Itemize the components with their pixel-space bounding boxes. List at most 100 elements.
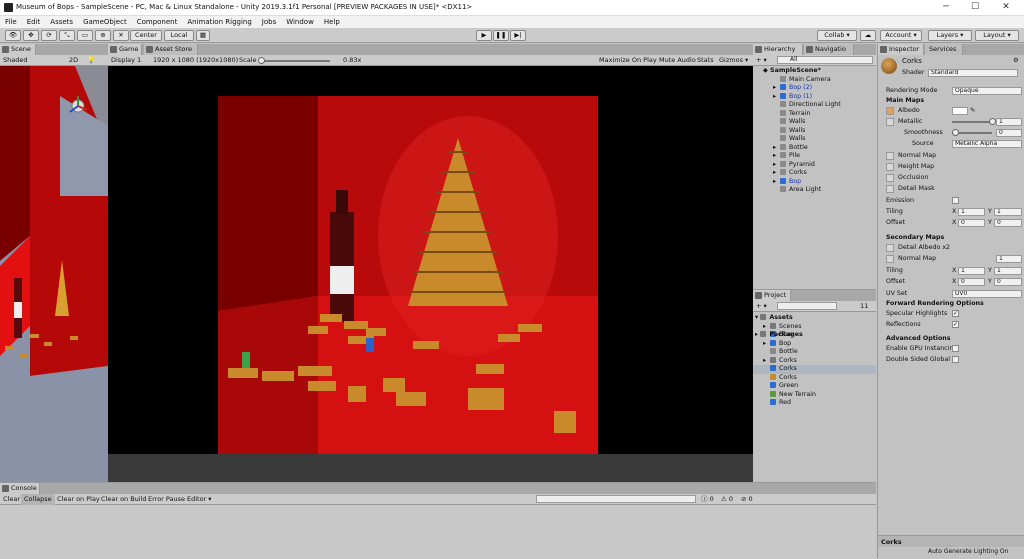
height-map-slot[interactable] <box>886 163 894 171</box>
smoothness-value[interactable]: 0 <box>996 129 1022 137</box>
maximize-on-play-toggle[interactable]: Maximize On Play <box>596 55 660 66</box>
emission-checkbox[interactable] <box>952 197 959 204</box>
expand-arrow-icon[interactable]: ▸ <box>763 357 770 366</box>
albedo-texture-slot[interactable] <box>886 107 894 115</box>
clear-on-build-toggle[interactable]: Clear on Build <box>98 494 150 505</box>
menu-animation-rigging[interactable]: Animation Rigging <box>182 16 256 28</box>
menu-component[interactable]: Component <box>132 16 183 28</box>
uv-set-dropdown[interactable]: UV0 <box>952 290 1022 298</box>
tab-asset-store[interactable]: Asset Store <box>144 44 198 55</box>
step-button[interactable]: ▶| <box>510 30 526 41</box>
settings-gear-icon[interactable]: ⚙ <box>1013 56 1019 65</box>
gpu-instancing-checkbox[interactable] <box>952 345 959 352</box>
move-tool-button[interactable]: ✥ <box>23 30 39 41</box>
game-view[interactable] <box>108 66 753 482</box>
clear-on-play-toggle[interactable]: Clear on Play <box>54 494 103 505</box>
normal-map-slot[interactable] <box>886 152 894 160</box>
tab-scene[interactable]: Scene <box>0 44 36 55</box>
hierarchy-item[interactable]: Walls <box>753 118 876 127</box>
metallic-slider-handle[interactable] <box>989 118 996 125</box>
tab-navigation[interactable]: Navigatio <box>804 44 854 55</box>
expand-arrow-icon[interactable]: ▸ <box>773 169 780 178</box>
scene-view[interactable] <box>0 66 108 482</box>
layout-dropdown[interactable]: Layout ▾ <box>975 30 1019 41</box>
mute-audio-toggle[interactable]: Mute Audio <box>656 55 699 66</box>
expand-arrow-icon[interactable]: ▸ <box>773 178 780 187</box>
warning-count[interactable]: ⚠ 0 <box>718 494 736 505</box>
create-asset-icon[interactable]: + ▾ <box>753 301 770 312</box>
shading-dropdown[interactable]: Shaded <box>0 55 30 66</box>
source-dropdown[interactable]: Metallic Alpha <box>952 140 1022 148</box>
rect-tool-button[interactable]: ▭ <box>77 30 93 41</box>
albedo-color-swatch[interactable] <box>952 107 968 115</box>
scale-slider-handle[interactable] <box>258 57 265 64</box>
hierarchy-item[interactable]: ▸ Pyramid <box>753 160 876 170</box>
detail-mask-slot[interactable] <box>886 185 894 193</box>
project-item[interactable]: New Terrain <box>753 390 876 400</box>
project-item[interactable]: Corks <box>753 373 876 383</box>
collapse-toggle[interactable]: Collapse <box>21 494 55 505</box>
offset2-x-field[interactable]: 0 <box>958 278 985 286</box>
shader-dropdown[interactable]: Standard <box>928 69 1018 77</box>
tab-project[interactable]: Project <box>753 290 791 301</box>
expand-arrow-icon[interactable]: ▸ <box>773 84 780 93</box>
scale-slider-track[interactable] <box>260 60 330 62</box>
expand-arrow-icon[interactable]: ▸ <box>773 161 780 170</box>
normal-scale-value[interactable]: 1 <box>996 255 1022 263</box>
error-count[interactable]: ⊘ 0 <box>738 494 756 505</box>
pause-button[interactable]: ❚❚ <box>493 30 509 41</box>
info-count[interactable]: ⓘ 0 <box>698 494 717 505</box>
hierarchy-item[interactable]: ▸ Corks <box>753 169 876 178</box>
tiling-y-field[interactable]: 1 <box>994 208 1022 216</box>
project-item[interactable]: Corks <box>753 365 876 374</box>
console-log-area[interactable] <box>0 505 876 559</box>
reflections-checkbox[interactable]: ✓ <box>952 321 959 328</box>
play-button[interactable]: ▶ <box>476 30 492 41</box>
rotate-tool-button[interactable]: ⟳ <box>41 30 57 41</box>
editor-dropdown[interactable]: Editor ▾ <box>184 494 215 505</box>
rendering-mode-dropdown[interactable]: Opaque <box>952 87 1022 95</box>
hierarchy-item[interactable]: ▸ Bop (2) <box>753 84 876 93</box>
expand-arrow-icon[interactable]: ▸ <box>763 340 770 349</box>
tab-hierarchy[interactable]: Hierarchy <box>753 44 803 55</box>
specular-checkbox[interactable]: ✓ <box>952 310 959 317</box>
menu-jobs[interactable]: Jobs <box>257 16 281 28</box>
expand-arrow-icon[interactable]: ▸ <box>773 93 780 102</box>
packages-folder[interactable]: ▸ Packages <box>753 331 876 340</box>
occlusion-slot[interactable] <box>886 174 894 182</box>
stats-toggle[interactable]: Stats <box>694 55 717 66</box>
project-item[interactable]: Red <box>753 399 876 408</box>
pivot-center-button[interactable]: Center <box>130 30 162 41</box>
tiling2-x-field[interactable]: 1 <box>958 267 985 275</box>
project-search[interactable] <box>777 302 837 310</box>
clear-button[interactable]: Clear <box>0 494 23 505</box>
secondary-normal-slot[interactable] <box>886 255 894 263</box>
hierarchy-item[interactable]: ▸ Bop <box>753 177 876 187</box>
gizmos-dropdown[interactable]: Gizmos ▾ <box>716 55 751 66</box>
maximize-button[interactable]: ☐ <box>961 1 989 14</box>
smoothness-slider-handle[interactable] <box>952 129 959 136</box>
2d-toggle[interactable]: 2D <box>66 55 81 66</box>
hierarchy-item[interactable]: Area Light <box>753 186 876 195</box>
menu-gameobject[interactable]: GameObject <box>78 16 132 28</box>
hierarchy-item[interactable]: ▸ Pile <box>753 152 876 161</box>
close-button[interactable]: ✕ <box>992 1 1020 14</box>
menu-help[interactable]: Help <box>319 16 345 28</box>
pivot-local-button[interactable]: Local <box>164 30 194 41</box>
expand-arrow-icon[interactable]: ▸ <box>763 323 770 332</box>
hierarchy-item[interactable]: Walls <box>753 135 876 144</box>
hierarchy-item[interactable]: Walls <box>753 126 876 136</box>
light-toggle-icon[interactable]: 💡 <box>84 55 98 66</box>
offset-y-field[interactable]: 0 <box>994 219 1022 227</box>
hierarchy-item[interactable]: Terrain <box>753 109 876 119</box>
hierarchy-search[interactable]: All <box>777 56 873 64</box>
project-item[interactable]: Green <box>753 382 876 391</box>
eyedropper-icon[interactable]: ✎ <box>970 106 975 115</box>
grid-snap-button[interactable]: ▦ <box>196 30 210 41</box>
hierarchy-item[interactable]: ▸ Bop (1) <box>753 92 876 102</box>
account-dropdown[interactable]: Account ▾ <box>880 30 922 41</box>
detail-albedo-slot[interactable] <box>886 244 894 252</box>
metallic-slider[interactable] <box>952 121 992 123</box>
expand-arrow-icon[interactable]: ▸ <box>773 144 780 153</box>
error-pause-toggle[interactable]: Error Pause <box>145 494 188 505</box>
